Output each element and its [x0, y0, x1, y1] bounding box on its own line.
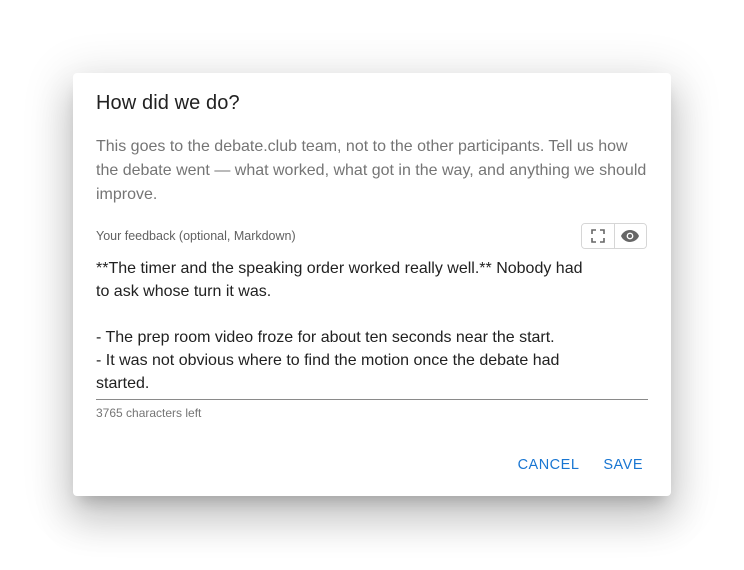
save-button[interactable]: SAVE [595, 451, 651, 479]
feedback-textarea[interactable]: **The timer and the speaking order worke… [96, 257, 648, 400]
feedback-line: started. [96, 375, 150, 392]
feedback-line: - The prep room video froze for about te… [96, 329, 555, 346]
feedback-line: - It was not obvious where to find the m… [96, 352, 560, 369]
feedback-line: **The timer and the speaking order worke… [96, 260, 583, 277]
feedback-field-label: Your feedback (optional, Markdown) [96, 229, 296, 243]
dialog-actions: CANCEL SAVE [510, 451, 651, 479]
editor-toolbar [581, 223, 647, 249]
characters-left-text: 3765 characters left [96, 406, 202, 420]
eye-icon [621, 230, 640, 242]
feedback-dialog: How did we do? This goes to the debate.c… [73, 73, 671, 496]
feedback-line [96, 303, 648, 326]
feedback-line: to ask whose turn it was. [96, 283, 272, 300]
dialog-description: This goes to the debate.club team, not t… [96, 138, 647, 203]
fullscreen-button[interactable] [582, 224, 614, 248]
preview-button[interactable] [613, 224, 646, 248]
cancel-button[interactable]: CANCEL [510, 451, 588, 479]
fullscreen-icon [590, 229, 605, 243]
dialog-title: How did we do? [96, 92, 240, 114]
